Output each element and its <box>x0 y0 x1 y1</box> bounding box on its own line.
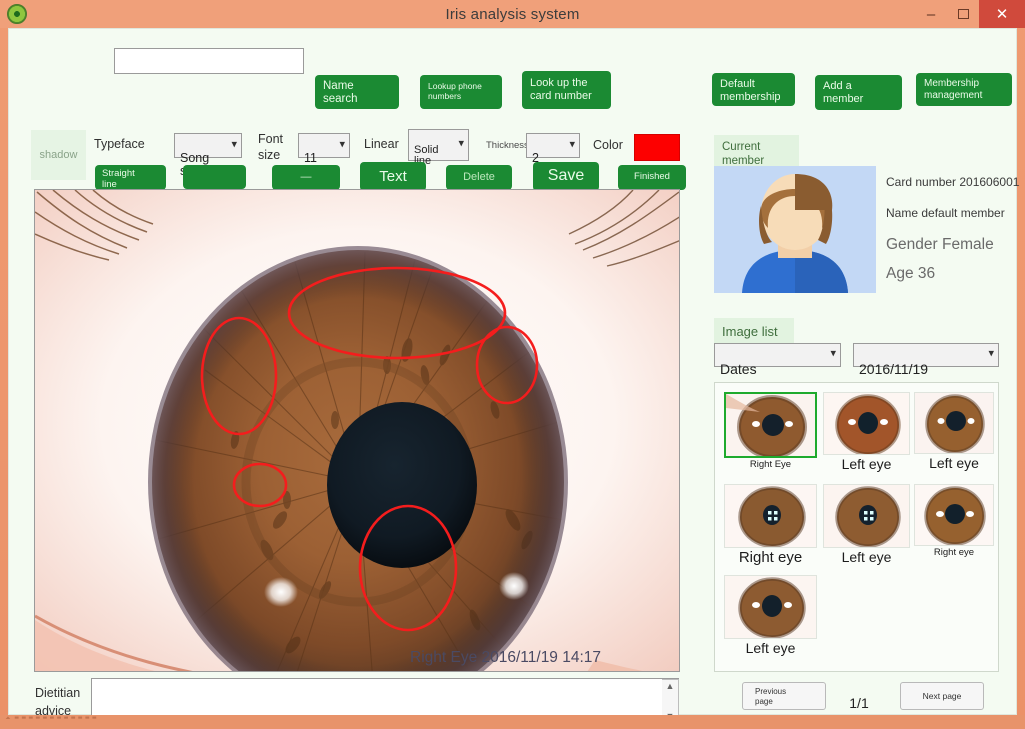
thickness-select[interactable]: 2 ▾ <box>526 133 580 158</box>
list-item[interactable]: Right eye <box>914 484 994 558</box>
typeface-select[interactable]: Song style ▾ <box>174 133 242 158</box>
member-avatar <box>714 166 876 293</box>
ellipse-tool-button[interactable]: — <box>272 165 340 190</box>
save-button[interactable]: Save <box>533 162 599 191</box>
typeface-label: Typeface <box>94 138 145 152</box>
application-window: Iris analysis system – ✕ Name search Loo… <box>0 0 1025 729</box>
search-toolbar: Name search Lookup phone numbers Look up… <box>9 29 1016 92</box>
scroll-up-icon[interactable]: ▲ <box>666 681 675 691</box>
thumbnail-grid: Right Eye Left eye <box>714 382 999 672</box>
image-list-filter-select[interactable]: Dates ▾ <box>714 343 841 367</box>
image-caption: Right Eye 2016/11/19 14:17 <box>410 649 601 666</box>
iris-image-panel[interactable]: Right Eye 2016/11/19 14:17 <box>34 189 680 672</box>
thumbnail-image <box>724 392 817 458</box>
list-item[interactable]: Left eye <box>914 392 994 471</box>
next-page-button[interactable]: Next page <box>900 682 984 710</box>
window-controls: – ✕ <box>915 0 1025 28</box>
chevron-down-icon: ▾ <box>458 139 464 151</box>
chevron-down-icon: ▾ <box>988 349 994 361</box>
color-swatch[interactable] <box>634 134 680 161</box>
chevron-down-icon: ▾ <box>830 349 836 361</box>
taskbar-text: ▲ ■ ■ ■ ■ ■ ■ ■ ■ ■ ■ ■ ■ <box>0 715 1025 720</box>
search-input[interactable] <box>114 48 304 74</box>
font-size-label: Font size <box>258 132 283 163</box>
thumbnail-image <box>914 484 994 546</box>
list-item[interactable]: Right Eye <box>724 392 817 470</box>
minimize-button[interactable]: – <box>915 0 947 28</box>
thumbnail-caption: Right eye <box>914 547 994 558</box>
chevron-down-icon: ▾ <box>569 139 575 151</box>
image-list-date-select[interactable]: 2016/11/19 ▾ <box>853 343 999 367</box>
window-title: Iris analysis system <box>0 6 1025 23</box>
client-area: Name search Lookup phone numbers Look up… <box>8 28 1017 715</box>
maximize-button[interactable] <box>947 0 979 28</box>
color-label: Color <box>593 139 623 153</box>
thumbnail-caption: Left eye <box>823 549 910 565</box>
font-size-value: 11 <box>304 151 317 165</box>
font-size-select[interactable]: 11 ▾ <box>298 133 350 158</box>
previous-page-button[interactable]: Previous page <box>742 682 826 710</box>
image-list-filter-value: Dates <box>720 361 757 377</box>
thumbnail-caption: Left eye <box>914 455 994 471</box>
thumbnail-image <box>914 392 994 454</box>
title-bar: Iris analysis system – ✕ <box>0 0 1025 28</box>
close-button[interactable]: ✕ <box>979 0 1025 28</box>
list-item[interactable]: Left eye <box>823 392 910 472</box>
thumbnail-image <box>823 392 910 455</box>
straight-line-button[interactable]: Straight line <box>95 165 166 190</box>
list-item[interactable]: Right eye <box>724 484 817 566</box>
iris-eye-icon <box>7 4 27 24</box>
member-name-label: Name default member <box>886 206 1005 220</box>
thickness-label: Thickness <box>486 141 529 151</box>
delete-tool-button[interactable]: Delete <box>446 165 512 190</box>
page-indicator: 1/1 <box>839 695 879 711</box>
text-tool-button[interactable]: Text <box>360 162 426 191</box>
list-item[interactable]: Left eye <box>724 575 817 656</box>
thumbnail-caption: Right Eye <box>724 459 817 470</box>
rectangle-tool-button[interactable] <box>183 165 246 189</box>
list-item[interactable]: Left eye <box>823 484 910 565</box>
desktop-taskbar[interactable]: ▲ ■ ■ ■ ■ ■ ■ ■ ■ ■ ■ ■ ■ <box>0 715 1025 729</box>
finished-button[interactable]: Finished <box>618 165 686 190</box>
thumbnail-caption: Left eye <box>724 640 817 656</box>
iris-image: Right Eye 2016/11/19 14:17 <box>35 190 680 672</box>
image-list-tag: Image list <box>714 318 794 346</box>
linear-label: Linear <box>364 138 399 152</box>
thumbnail-caption: Left eye <box>823 456 910 472</box>
age-label: Age 36 <box>886 265 935 283</box>
thumbnail-image <box>823 484 910 548</box>
image-list-date-value: 2016/11/19 <box>859 361 928 377</box>
thumbnail-image <box>724 484 817 548</box>
thumbnail-image <box>724 575 817 639</box>
card-number-label: Card number 201606001 <box>886 175 1019 189</box>
thumbnail-caption: Right eye <box>724 549 817 566</box>
shadow-label: shadow <box>31 130 86 180</box>
chevron-down-icon: ▾ <box>231 139 237 151</box>
chevron-down-icon: ▾ <box>339 139 345 151</box>
gender-label: Gender Female <box>886 236 994 254</box>
linear-style-select[interactable]: Solid line ▾ <box>408 129 469 161</box>
